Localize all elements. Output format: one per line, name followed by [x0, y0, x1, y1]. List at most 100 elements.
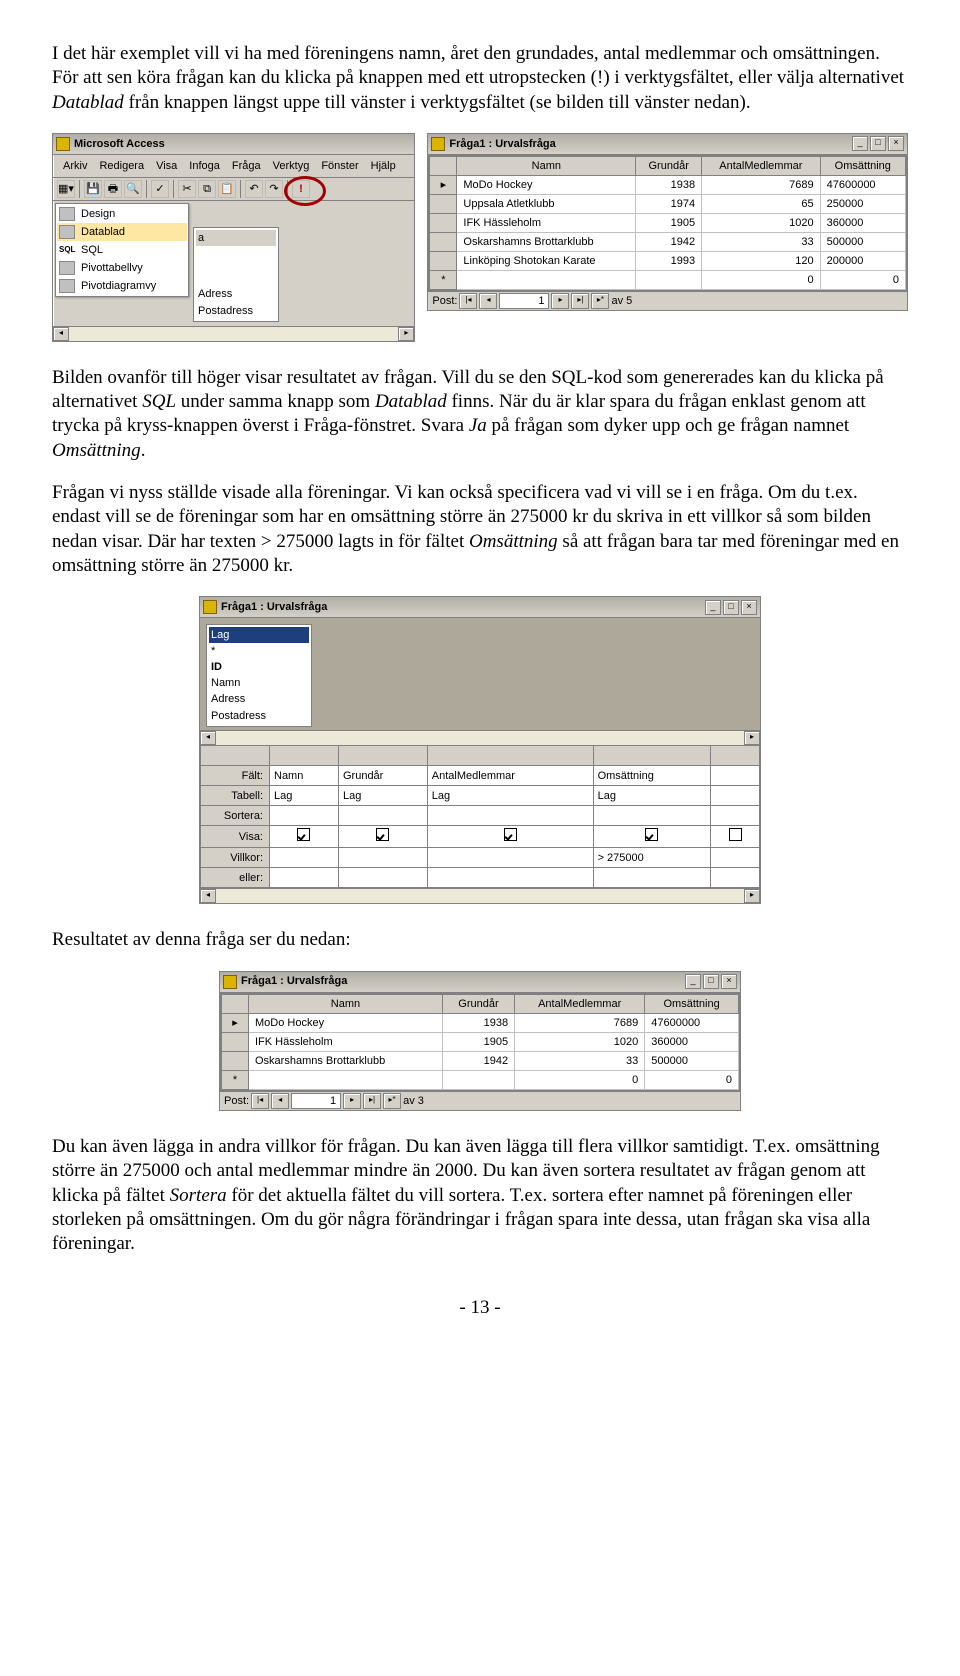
nav-first[interactable]: |◂	[251, 1093, 269, 1109]
cell-tabell[interactable]: Lag	[593, 786, 710, 806]
table-row[interactable]: ▸MoDo Hockey1938768947600000	[430, 176, 906, 195]
new-row[interactable]: *00	[222, 1070, 739, 1089]
field-adress[interactable]: Adress	[209, 691, 309, 707]
cell-tabell[interactable]: Lag	[338, 786, 427, 806]
cell-tabell[interactable]: Lag	[427, 786, 593, 806]
cut-button[interactable]: ✂	[178, 180, 196, 198]
checkbox-icon[interactable]	[504, 828, 517, 841]
field-adress[interactable]: Adress	[196, 286, 276, 302]
hscroll-upper[interactable]: ◂▸	[200, 730, 760, 745]
spellcheck-button[interactable]: ✓	[151, 180, 169, 198]
cell-visa[interactable]	[593, 826, 710, 848]
preview-button[interactable]: 🔍	[124, 180, 142, 198]
field-postadress[interactable]: Postadress	[196, 303, 276, 319]
checkbox-icon[interactable]	[297, 828, 310, 841]
table-row[interactable]: Linköping Shotokan Karate1993120200000	[430, 252, 906, 271]
close-button[interactable]: ×	[741, 600, 757, 615]
maximize-button[interactable]: □	[703, 974, 719, 989]
record-number[interactable]: 1	[499, 293, 549, 309]
save-button[interactable]: 💾	[84, 180, 102, 198]
view-option-sql[interactable]: SQLSQL	[57, 241, 187, 259]
menu-hjalp[interactable]: Hjälp	[365, 157, 402, 175]
col-grundar[interactable]: Grundår	[636, 156, 702, 175]
field-id[interactable]: ID	[209, 659, 309, 675]
cell-eller[interactable]	[270, 868, 339, 888]
redo-button[interactable]: ↷	[265, 180, 283, 198]
print-button[interactable]: 🖶	[104, 180, 122, 198]
cell-visa[interactable]	[270, 826, 339, 848]
checkbox-icon[interactable]	[376, 828, 389, 841]
cell-visa[interactable]	[338, 826, 427, 848]
table-row[interactable]: Oskarshamns Brottarklubb194233500000	[222, 1051, 739, 1070]
maximize-button[interactable]: □	[870, 136, 886, 151]
nav-last[interactable]: ▸|	[363, 1093, 381, 1109]
nav-prev[interactable]: ◂	[271, 1093, 289, 1109]
table-field-list[interactable]: Lag * ID Namn Adress Postadress	[206, 624, 312, 726]
col-namn[interactable]: Namn	[249, 994, 443, 1013]
menu-fonster[interactable]: Fönster	[315, 157, 364, 175]
cell-visa[interactable]	[427, 826, 593, 848]
col-medlemmar[interactable]: AntalMedlemmar	[515, 994, 645, 1013]
cell-falt[interactable]: Namn	[270, 766, 339, 786]
minimize-button[interactable]: _	[685, 974, 701, 989]
run-query-button[interactable]: !	[292, 180, 310, 198]
nav-next[interactable]: ▸	[343, 1093, 361, 1109]
cell-falt[interactable]: Omsättning	[593, 766, 710, 786]
table-row[interactable]: IFK Hässleholm19051020360000	[222, 1032, 739, 1051]
minimize-button[interactable]: _	[852, 136, 868, 151]
col-omsattning[interactable]: Omsättning	[820, 156, 905, 175]
nav-next[interactable]: ▸	[551, 293, 569, 309]
col-omsattning[interactable]: Omsättning	[645, 994, 739, 1013]
cell-sortera[interactable]	[270, 806, 339, 826]
table-row[interactable]: Oskarshamns Brottarklubb194233500000	[430, 233, 906, 252]
cell-villkor[interactable]: > 275000	[593, 848, 710, 868]
field-namn[interactable]: Namn	[209, 675, 309, 691]
field-postadress[interactable]: Postadress	[209, 708, 309, 724]
minimize-button[interactable]: _	[705, 600, 721, 615]
close-button[interactable]: ×	[888, 136, 904, 151]
col-medlemmar[interactable]: AntalMedlemmar	[702, 156, 821, 175]
view-dropdown-button[interactable]: ▦▾	[57, 180, 75, 198]
record-number[interactable]: 1	[291, 1093, 341, 1109]
close-button[interactable]: ×	[721, 974, 737, 989]
cell-tabell[interactable]: Lag	[270, 786, 339, 806]
checkbox-icon[interactable]	[645, 828, 658, 841]
scroll-right[interactable]: ▸	[398, 327, 414, 341]
col-namn[interactable]: Namn	[457, 156, 636, 175]
view-option-datablad[interactable]: Datablad	[57, 223, 187, 241]
undo-button[interactable]: ↶	[245, 180, 263, 198]
menu-redigera[interactable]: Redigera	[93, 157, 150, 175]
menu-verktyg[interactable]: Verktyg	[267, 157, 316, 175]
checkbox-icon[interactable]	[729, 828, 742, 841]
cell-falt[interactable]: Grundår	[338, 766, 427, 786]
nav-new[interactable]: ▸*	[383, 1093, 401, 1109]
menu-visa[interactable]: Visa	[150, 157, 183, 175]
nav-prev[interactable]: ◂	[479, 293, 497, 309]
menu-infoga[interactable]: Infoga	[183, 157, 226, 175]
hscroll-lower[interactable]: ◂▸	[200, 888, 760, 903]
cell-sortera[interactable]	[427, 806, 593, 826]
col-grundar[interactable]: Grundår	[442, 994, 514, 1013]
cell-falt[interactable]: AntalMedlemmar	[427, 766, 593, 786]
maximize-button[interactable]: □	[723, 600, 739, 615]
cell-sortera[interactable]	[338, 806, 427, 826]
scroll-left[interactable]: ◂	[53, 327, 69, 341]
view-option-pivottable[interactable]: Pivottabellvy	[57, 259, 187, 277]
cell-sortera[interactable]	[593, 806, 710, 826]
menu-fraga[interactable]: Fråga	[226, 157, 267, 175]
cell-villkor[interactable]	[338, 848, 427, 868]
nav-new[interactable]: ▸*	[591, 293, 609, 309]
cell-villkor[interactable]	[427, 848, 593, 868]
copy-button[interactable]: ⧉	[198, 180, 216, 198]
nav-first[interactable]: |◂	[459, 293, 477, 309]
hscroll[interactable]: ◂ ▸	[53, 326, 414, 341]
cell-villkor[interactable]	[270, 848, 339, 868]
field-star[interactable]: *	[209, 643, 309, 659]
menu-arkiv[interactable]: Arkiv	[57, 157, 93, 175]
table-row[interactable]: IFK Hässleholm19051020360000	[430, 214, 906, 233]
new-row[interactable]: *00	[430, 271, 906, 290]
nav-last[interactable]: ▸|	[571, 293, 589, 309]
table-row[interactable]: Uppsala Atletklubb197465250000	[430, 195, 906, 214]
view-option-pivotchart[interactable]: Pivotdiagramvy	[57, 277, 187, 295]
paste-button[interactable]: 📋	[218, 180, 236, 198]
